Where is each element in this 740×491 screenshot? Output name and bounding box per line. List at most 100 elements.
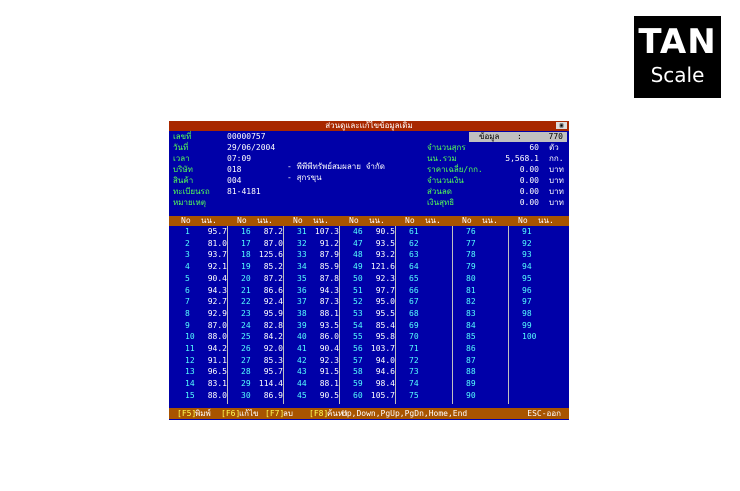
row-no: 20	[241, 273, 251, 283]
row-weight[interactable]: 94.0	[376, 356, 395, 366]
row-no: 12	[185, 355, 195, 365]
row-weight[interactable]: 125.6	[259, 250, 283, 260]
function-key[interactable]: [F5]	[177, 409, 196, 419]
row-no: 5	[185, 273, 190, 283]
row-weight[interactable]: 92.4	[264, 297, 283, 307]
row-weight[interactable]: 107.3	[315, 227, 339, 237]
info-label: สินค้า	[173, 176, 194, 185]
esc-exit-hint[interactable]: ESC-ออก	[527, 409, 561, 419]
row-weight[interactable]: 92.1	[208, 262, 227, 272]
row-no: 100	[522, 332, 537, 342]
row-weight[interactable]: 87.9	[320, 250, 339, 260]
row-weight[interactable]: 87.0	[208, 321, 227, 331]
row-no: 24	[241, 320, 251, 330]
info-value[interactable]: 00000757	[227, 132, 266, 142]
function-key[interactable]: [F7]	[265, 409, 284, 419]
function-key[interactable]: [F6]	[221, 409, 240, 419]
info-value[interactable]: 81-4181	[227, 187, 261, 197]
row-weight[interactable]: 91.2	[320, 239, 339, 249]
row-weight[interactable]: 85.9	[320, 262, 339, 272]
row-weight[interactable]: 90.4	[208, 274, 227, 284]
row-weight[interactable]: 121.6	[371, 262, 395, 272]
row-weight[interactable]: 82.8	[264, 321, 283, 331]
row-weight[interactable]: 95.5	[376, 309, 395, 319]
row-weight[interactable]: 93.5	[320, 321, 339, 331]
row-weight[interactable]: 85.3	[264, 356, 283, 366]
row-weight[interactable]: 81.0	[208, 239, 227, 249]
function-key-label[interactable]: ลบ	[283, 409, 293, 419]
row-weight[interactable]: 92.3	[376, 274, 395, 284]
row-weight[interactable]: 86.6	[264, 286, 283, 296]
function-key-label[interactable]: แก้ไข	[239, 409, 259, 419]
row-weight[interactable]: 87.0	[264, 239, 283, 249]
row-weight[interactable]: 97.7	[376, 286, 395, 296]
row-weight[interactable]: 87.2	[264, 274, 283, 284]
summary-value: 0.00	[519, 165, 539, 174]
row-no: 87	[466, 355, 476, 365]
row-weight[interactable]: 94.2	[208, 344, 227, 354]
row-weight[interactable]: 88.1	[320, 379, 339, 389]
row-weight[interactable]: 92.0	[264, 344, 283, 354]
column-divider	[227, 226, 228, 404]
summary-unit: ตัว	[549, 143, 559, 152]
row-weight[interactable]: 92.3	[320, 356, 339, 366]
row-weight[interactable]: 95.8	[376, 332, 395, 342]
row-weight[interactable]: 87.2	[264, 227, 283, 237]
row-weight[interactable]: 90.4	[320, 344, 339, 354]
row-weight[interactable]: 88.1	[320, 309, 339, 319]
row-weight[interactable]: 96.5	[208, 367, 227, 377]
row-weight[interactable]: 87.3	[320, 297, 339, 307]
row-weight[interactable]: 88.0	[208, 332, 227, 342]
row-no: 16	[241, 227, 251, 236]
col-weight-header: นน.	[369, 216, 385, 225]
row-no: 62	[409, 238, 419, 248]
row-no: 37	[297, 297, 307, 307]
dos-window: ส่วนดูและแก้ไขข้อมูลเดิม ▣ เลขที่ 0000075…	[169, 121, 569, 420]
info-value[interactable]: 018	[227, 165, 241, 175]
row-no: 7	[185, 297, 190, 307]
info-value[interactable]: 004	[227, 176, 241, 186]
function-key-label[interactable]: พิมพ์	[195, 409, 211, 419]
row-weight[interactable]: 103.7	[371, 344, 395, 354]
row-weight[interactable]: 105.7	[371, 391, 395, 401]
row-no: 75	[409, 390, 419, 400]
row-no: 48	[353, 250, 363, 260]
row-weight[interactable]: 93.5	[376, 239, 395, 249]
row-weight[interactable]: 86.9	[264, 391, 283, 401]
row-weight[interactable]: 86.0	[320, 332, 339, 342]
col-weight-header: นน.	[425, 216, 441, 225]
row-weight[interactable]: 95.9	[264, 309, 283, 319]
row-weight[interactable]: 95.7	[208, 227, 227, 237]
row-weight[interactable]: 92.7	[208, 297, 227, 307]
function-key[interactable]: [F8]	[309, 409, 328, 419]
row-weight[interactable]: 90.5	[320, 391, 339, 401]
row-weight[interactable]: 93.2	[376, 250, 395, 260]
row-weight[interactable]: 95.0	[376, 297, 395, 307]
row-weight[interactable]: 90.5	[376, 227, 395, 237]
row-weight[interactable]: 94.6	[376, 367, 395, 377]
row-weight[interactable]: 91.1	[208, 356, 227, 366]
row-weight[interactable]: 95.7	[264, 367, 283, 377]
row-no: 92	[522, 238, 532, 248]
row-weight[interactable]: 83.1	[208, 379, 227, 389]
row-weight[interactable]: 85.2	[264, 262, 283, 272]
info-value[interactable]: 29/06/2004	[227, 143, 275, 153]
col-no-header: No	[518, 216, 528, 225]
row-weight[interactable]: 94.3	[208, 286, 227, 296]
row-weight[interactable]: 114.4	[259, 379, 283, 389]
row-no: 17	[241, 238, 251, 248]
row-weight[interactable]: 87.8	[320, 274, 339, 284]
row-no: 1	[185, 227, 190, 236]
row-weight[interactable]: 88.0	[208, 391, 227, 401]
row-weight[interactable]: 98.4	[376, 379, 395, 389]
row-weight[interactable]: 94.3	[320, 286, 339, 296]
row-weight[interactable]: 84.2	[264, 332, 283, 342]
summary-value: 60	[529, 143, 539, 152]
row-weight[interactable]: 85.4	[376, 321, 395, 331]
row-weight[interactable]: 93.7	[208, 250, 227, 260]
row-weight[interactable]: 92.9	[208, 309, 227, 319]
close-icon[interactable]: ▣	[556, 122, 567, 129]
row-weight[interactable]: 91.5	[320, 367, 339, 377]
row-no: 43	[297, 367, 307, 377]
info-value[interactable]: 07:09	[227, 154, 251, 164]
